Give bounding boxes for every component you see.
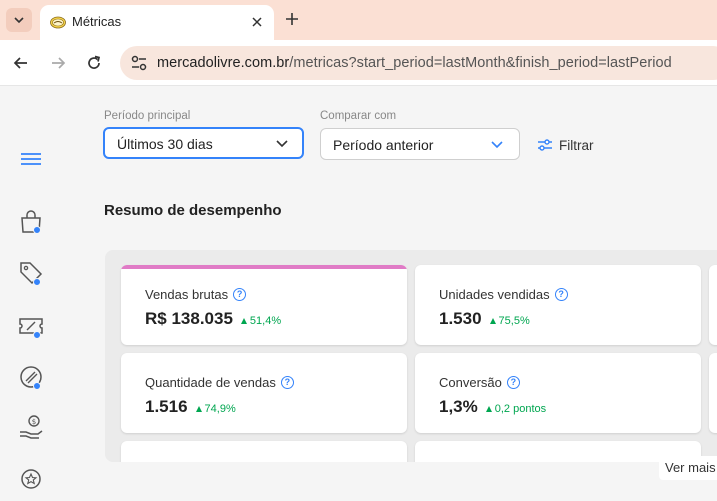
new-tab-button[interactable] [283, 10, 301, 28]
metric-value: 1.516 [145, 397, 188, 416]
sliders-icon [538, 139, 552, 151]
notification-dot [33, 226, 41, 234]
metric-value: 1,3% [439, 397, 478, 416]
help-icon[interactable]: ? [233, 288, 247, 301]
metric-label: Conversão ? [439, 375, 520, 390]
help-icon[interactable]: ? [554, 288, 568, 301]
sidebar-item-finance[interactable]: $ [16, 412, 46, 442]
tab-title: Métricas [72, 14, 122, 29]
metric-card-partial[interactable] [709, 353, 717, 433]
metric-delta-text: 0,2 pontos [494, 403, 547, 415]
compare-period-value: Período anterior [333, 137, 434, 153]
metric-card-row3[interactable] [121, 441, 407, 462]
money-hand-icon: $ [20, 415, 43, 439]
metric-value-row: 1.516 74,9% [145, 397, 236, 417]
metric-value: R$ 138.035 [145, 309, 233, 328]
metric-delta-text: 75,5% [498, 315, 530, 327]
metric-card-sales-count[interactable]: Quantidade de vendas ? 1.516 74,9% [121, 353, 407, 433]
menu-icon [21, 153, 41, 165]
metric-label-text: Vendas brutas [145, 287, 229, 302]
metric-delta-text: 74,9% [204, 403, 236, 415]
metric-card-gross-sales[interactable]: Vendas brutas ? R$ 138.035 51,4% [121, 265, 407, 345]
chevron-down-icon [491, 141, 503, 149]
notification-dot [33, 331, 41, 339]
metric-label-text: Conversão [439, 375, 502, 390]
triangle-up-icon [485, 406, 492, 412]
metric-card-conversion[interactable]: Conversão ? 1,3% 0,2 pontos [415, 353, 701, 433]
sidebar-item-purchases[interactable] [16, 206, 46, 236]
sidebar-item-sales[interactable] [16, 258, 46, 288]
selected-card-accent [121, 265, 407, 269]
forward-button[interactable] [47, 52, 69, 74]
url-path: /metricas?start_period=lastMonth&finish_… [289, 55, 672, 71]
reload-icon [88, 55, 101, 69]
triangle-up-icon [195, 406, 202, 412]
svg-text:$: $ [32, 418, 36, 426]
sidebar-item-reputation[interactable] [16, 464, 46, 494]
metric-delta: 0,2 pontos [485, 403, 547, 415]
close-icon [252, 17, 262, 27]
price-tag-icon [20, 262, 43, 285]
browser-tab-strip: Métricas [0, 0, 717, 40]
reload-button[interactable] [83, 52, 105, 74]
summary-panel: Vendas brutas ? R$ 138.035 51,4% Unidade… [105, 250, 717, 462]
help-icon[interactable]: ? [506, 376, 520, 389]
metric-label-text: Unidades vendidas [439, 287, 550, 302]
see-more-button[interactable]: Ver mais [659, 456, 717, 480]
arrow-right-icon [52, 57, 66, 69]
filter-button[interactable]: Filtrar [537, 135, 594, 155]
metric-label: Unidades vendidas ? [439, 287, 568, 302]
metric-value: 1.530 [439, 309, 482, 328]
megaphone-icon [20, 366, 42, 388]
main-period-label: Período principal [104, 110, 191, 122]
metric-delta: 75,5% [489, 315, 530, 327]
triangle-up-icon [240, 318, 247, 324]
compare-period-select[interactable]: Período anterior [320, 128, 520, 160]
tab-search-button[interactable] [6, 8, 32, 32]
help-icon[interactable]: ? [280, 376, 294, 389]
star-badge-icon [21, 469, 41, 489]
sidebar-item-coupons[interactable] [16, 311, 46, 341]
url-text: mercadolivre.com.br/metricas?start_perio… [157, 55, 672, 71]
metric-delta-text: 51,4% [249, 315, 282, 327]
mercadolivre-favicon-icon [50, 16, 66, 29]
metric-label: Vendas brutas ? [145, 287, 247, 302]
tab-close-button[interactable] [248, 13, 266, 31]
metric-delta: 74,9% [195, 403, 236, 415]
main-period-value: Últimos 30 dias [117, 136, 213, 152]
compare-period-label: Comparar com [320, 110, 397, 122]
sidebar-menu-button[interactable] [16, 144, 46, 174]
metric-value-row: R$ 138.035 51,4% [145, 309, 281, 329]
metric-value-row: 1,3% 0,2 pontos [439, 397, 546, 417]
browser-tab-active[interactable]: Métricas [40, 5, 274, 40]
coupon-icon [19, 318, 43, 334]
arrow-left-icon [13, 57, 27, 69]
triangle-up-icon [489, 318, 496, 324]
browser-toolbar: mercadolivre.com.br/metricas?start_perio… [0, 40, 717, 86]
notification-dot [33, 382, 41, 390]
site-settings-icon [131, 55, 147, 71]
summary-title: Resumo de desempenho [104, 202, 282, 219]
chevron-down-icon [14, 17, 24, 24]
sidebar-item-marketing[interactable] [16, 362, 46, 392]
filter-button-label: Filtrar [559, 137, 594, 153]
sidebar: $ [0, 86, 62, 501]
notification-dot [33, 278, 41, 286]
metric-value-row: 1.530 75,5% [439, 309, 530, 329]
plus-icon [286, 13, 298, 25]
metric-label: Quantidade de vendas ? [145, 375, 294, 390]
metric-card-partial[interactable] [709, 265, 717, 345]
url-host: mercadolivre.com.br [157, 55, 290, 71]
metric-delta: 51,4% [240, 315, 282, 327]
back-button[interactable] [10, 52, 32, 74]
chevron-down-icon [276, 140, 288, 148]
address-bar[interactable]: mercadolivre.com.br/metricas?start_perio… [120, 46, 717, 80]
metric-label-text: Quantidade de vendas [145, 375, 276, 390]
shopping-bag-icon [21, 210, 41, 233]
main-period-select[interactable]: Últimos 30 dias [103, 127, 304, 159]
metric-card-units-sold[interactable]: Unidades vendidas ? 1.530 75,5% [415, 265, 701, 345]
